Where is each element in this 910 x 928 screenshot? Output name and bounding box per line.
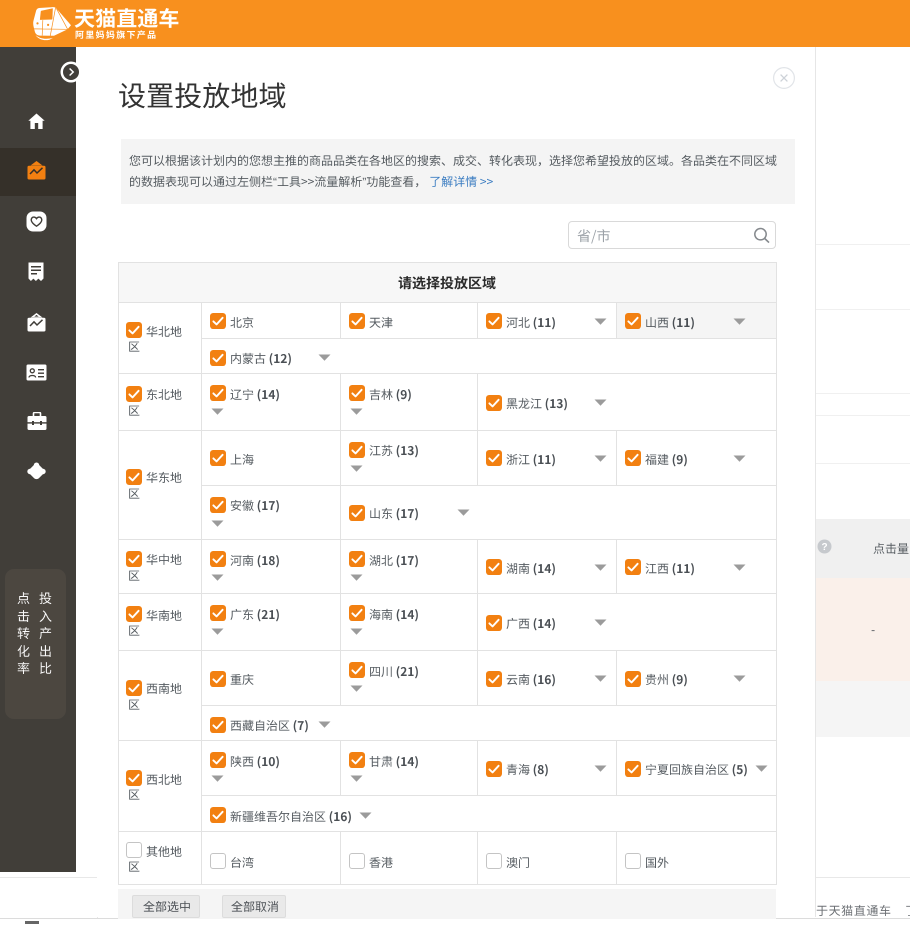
svg-text:?: ?	[821, 542, 827, 553]
